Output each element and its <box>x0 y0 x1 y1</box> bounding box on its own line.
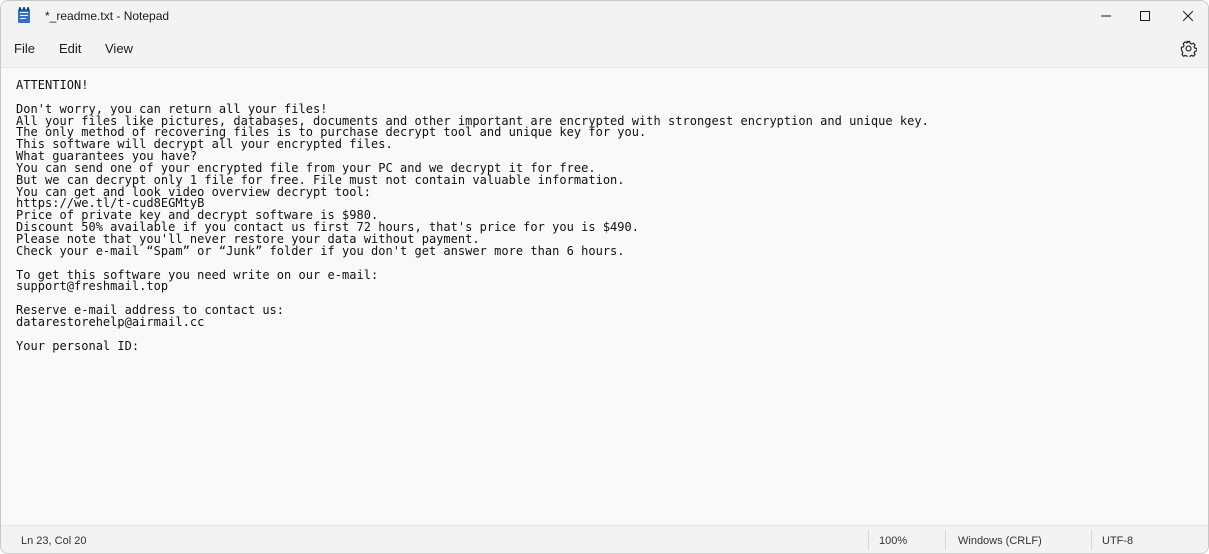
status-divider <box>945 530 946 550</box>
status-divider <box>1091 530 1092 550</box>
status-bar: Ln 23, Col 20 100% Windows (CRLF) UTF-8 <box>1 525 1208 553</box>
encoding[interactable]: UTF-8 <box>1102 535 1133 547</box>
menu-bar: File Edit View <box>1 31 1208 68</box>
menu-file[interactable]: File <box>14 41 35 56</box>
editor-content[interactable]: ATTENTION! Don't worry, you can return a… <box>16 78 929 353</box>
status-divider <box>868 530 869 550</box>
menu-view[interactable]: View <box>105 41 133 56</box>
close-icon <box>1183 11 1193 21</box>
notepad-window: *_readme.txt - Notepad File Edit View AT… <box>0 0 1209 554</box>
close-button[interactable] <box>1165 1 1208 31</box>
gear-icon[interactable] <box>1180 40 1197 57</box>
line-ending[interactable]: Windows (CRLF) <box>958 535 1042 547</box>
window-title: *_readme.txt - Notepad <box>45 9 170 23</box>
text-line: support@freshmail.top <box>16 279 169 294</box>
text-editor[interactable]: ATTENTION! Don't worry, you can return a… <box>1 68 1208 524</box>
cursor-position[interactable]: Ln 23, Col 20 <box>21 535 86 547</box>
menu-edit[interactable]: Edit <box>59 41 81 56</box>
text-line: datarestorehelp@airmail.cc <box>16 314 205 329</box>
notepad-icon <box>18 7 30 23</box>
zoom-level[interactable]: 100% <box>879 535 907 547</box>
maximize-icon <box>1140 11 1150 21</box>
minimize-icon <box>1101 15 1111 17</box>
text-line: ATTENTION! <box>16 78 89 92</box>
title-bar[interactable]: *_readme.txt - Notepad <box>1 1 1208 31</box>
text-line: Your personal ID: <box>16 338 140 353</box>
maximize-button[interactable] <box>1122 1 1168 31</box>
text-line: Check your e-mail “Spam” or “Junk” folde… <box>16 243 625 258</box>
